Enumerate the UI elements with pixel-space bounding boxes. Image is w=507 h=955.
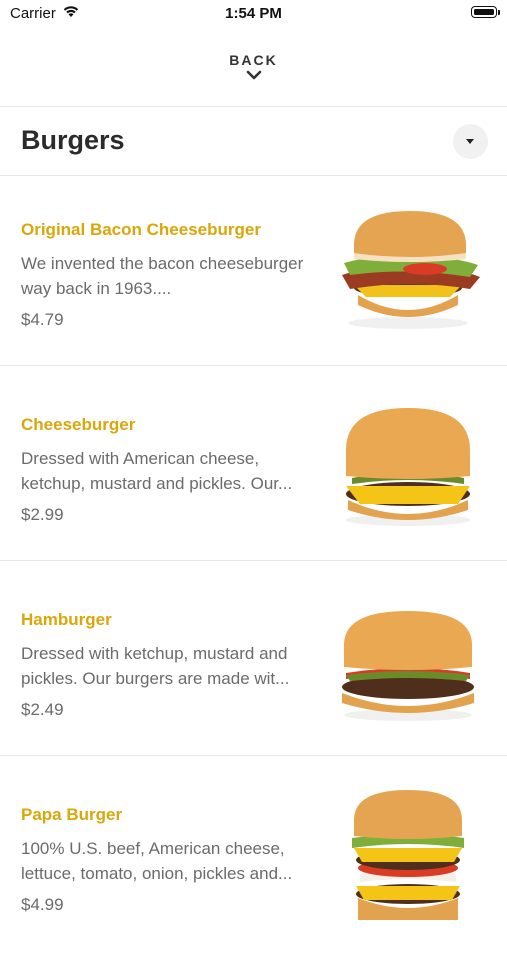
menu-item[interactable]: Papa Burger 100% U.S. beef, American che… <box>0 760 507 955</box>
papa-burger-image <box>352 790 464 920</box>
item-name: Hamburger <box>21 610 112 629</box>
item-description: Dressed with American cheese, ketchup, m… <box>21 449 293 493</box>
item-description: Dressed with ketchup, mustard and pickle… <box>21 644 290 688</box>
status-bar: Carrier 1:54 PM <box>0 0 507 28</box>
item-description: We invented the bacon cheeseburger way b… <box>21 254 304 298</box>
back-button[interactable]: BACK <box>0 52 507 80</box>
chevron-down-icon <box>246 70 261 80</box>
item-price: $2.99 <box>21 505 64 524</box>
hamburger-image <box>342 611 474 721</box>
item-price: $4.79 <box>21 310 64 329</box>
menu-item[interactable]: Original Bacon Cheeseburger We invented … <box>0 175 507 370</box>
divider <box>0 560 507 561</box>
divider <box>0 755 507 756</box>
item-price: $4.99 <box>21 895 64 914</box>
caret-down-icon <box>466 139 474 144</box>
menu-item[interactable]: Cheeseburger Dressed with American chees… <box>0 370 507 565</box>
item-name: Cheeseburger <box>21 415 136 434</box>
section-title: Burgers <box>21 125 125 155</box>
item-description: 100% U.S. beef, American cheese, lettuce… <box>21 839 293 883</box>
menu-item[interactable]: Hamburger Dressed with ketchup, mustard … <box>0 565 507 760</box>
item-name: Papa Burger <box>21 805 123 824</box>
category-dropdown-button[interactable] <box>453 124 488 159</box>
item-price: $2.49 <box>21 700 64 719</box>
divider <box>0 365 507 366</box>
bacon-cheeseburger-image <box>342 211 480 329</box>
back-label: BACK <box>229 52 278 68</box>
status-time: 1:54 PM <box>225 5 282 22</box>
cheeseburger-image <box>346 408 470 526</box>
item-name: Original Bacon Cheeseburger <box>21 220 261 239</box>
divider <box>0 106 507 107</box>
battery-icon <box>471 6 500 18</box>
